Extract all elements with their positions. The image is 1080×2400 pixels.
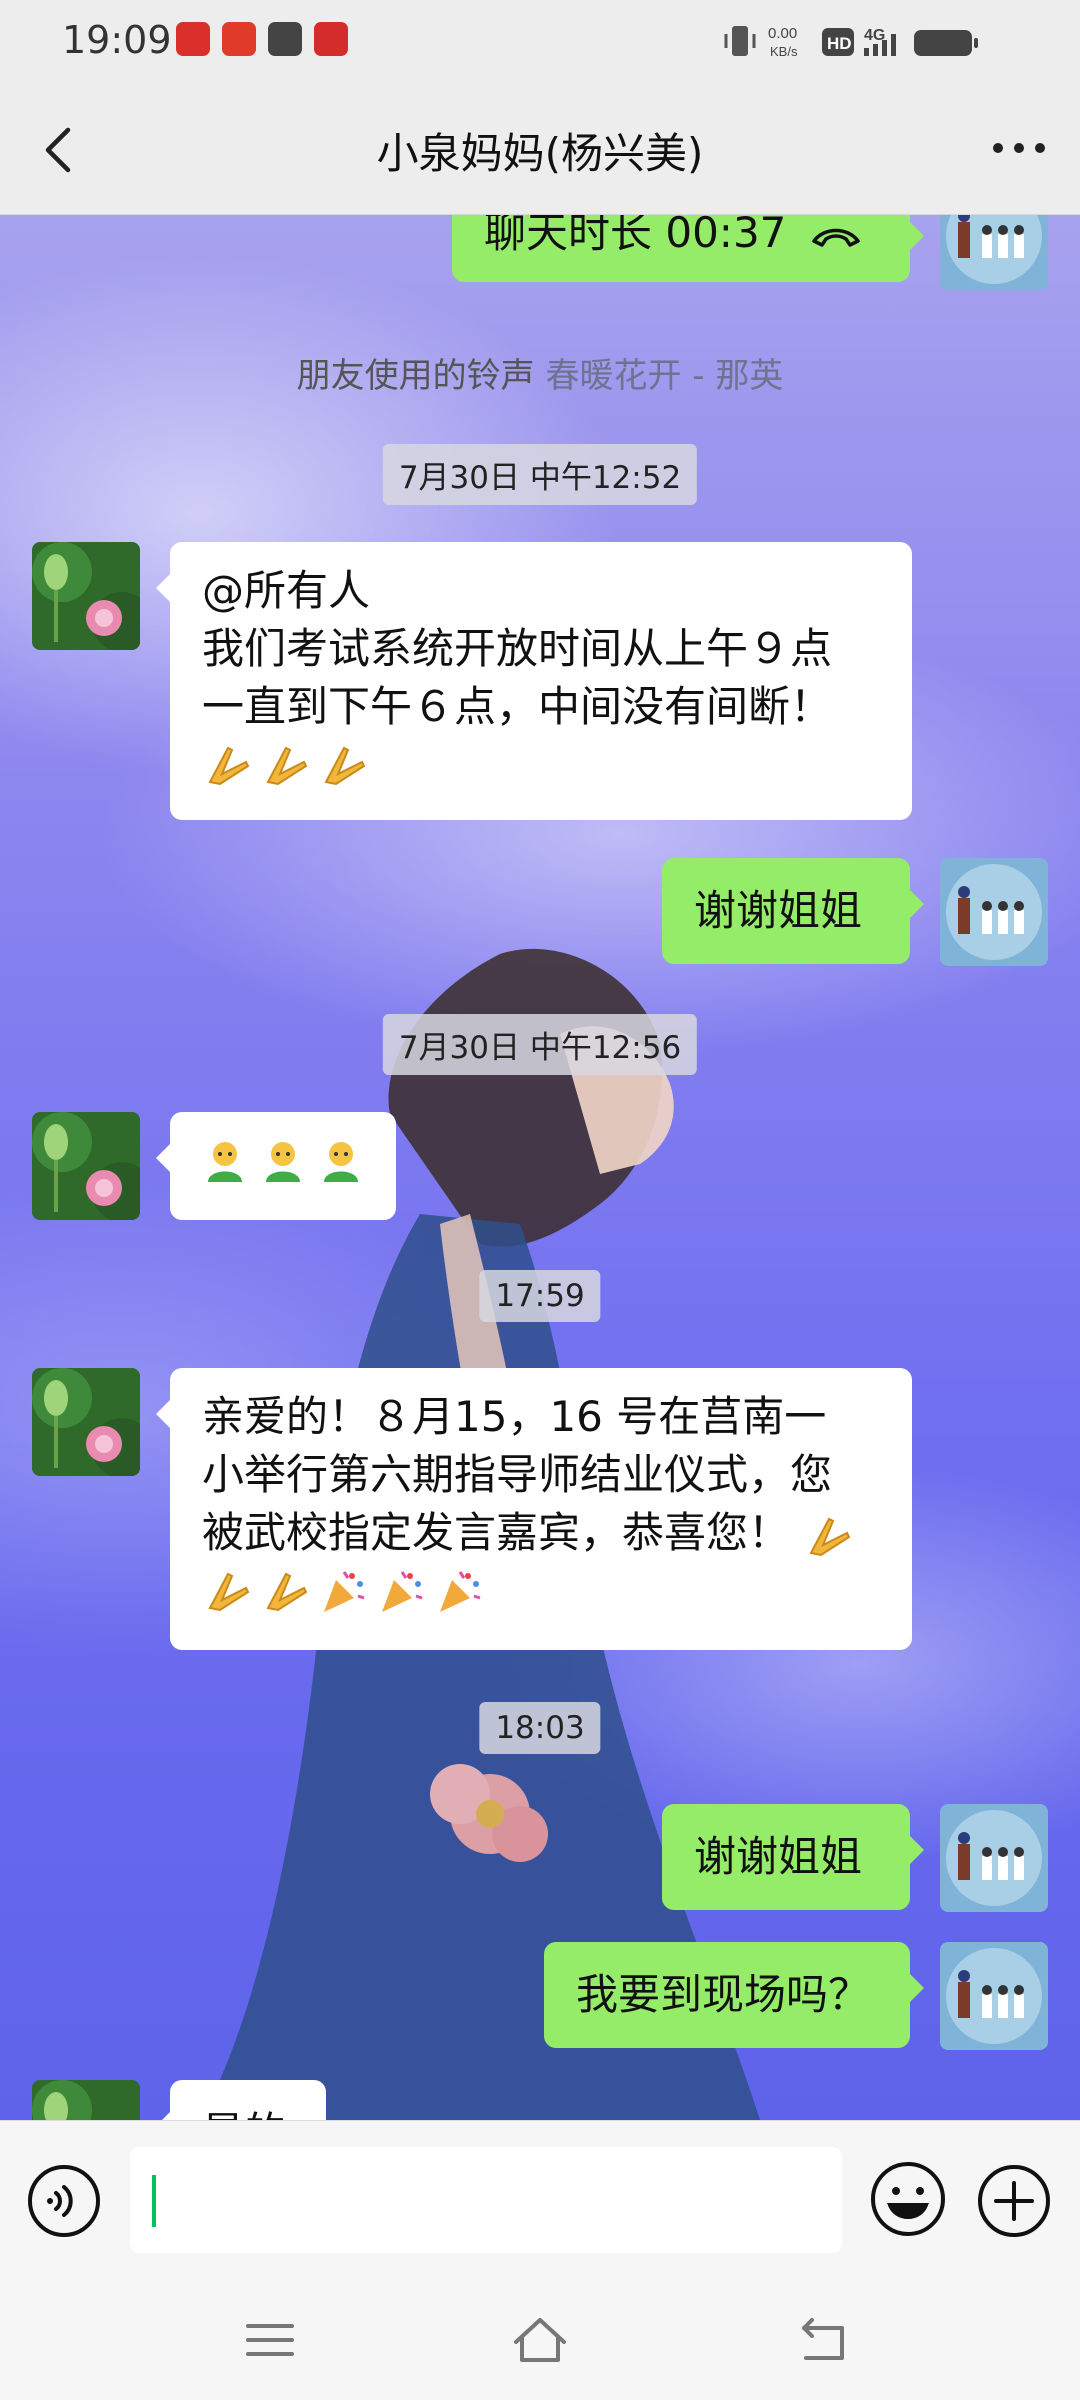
message-text: 被武校指定发言嘉宾，恭喜您！ [202,1504,880,1562]
status-time: 19:09 [62,18,172,62]
message-text: 是的 [202,2108,286,2120]
contact-avatar[interactable] [32,1368,140,1476]
message-text: 谢谢姐姐 [694,1832,863,1881]
self-avatar[interactable] [940,858,1048,966]
voice-button[interactable] [26,2163,102,2239]
message-text: 我要到现场吗？ [576,1970,871,2019]
emoji-row [202,1566,880,1616]
text-cursor [152,2175,156,2227]
back-nav-button[interactable] [792,2308,856,2372]
folded-hands-emoji [208,746,250,786]
message-text: 小举行第六期指导师结业仪式，您 [202,1450,833,1499]
message-bubble-incoming[interactable] [156,1112,396,1220]
folded-hands-emoji [266,1572,308,1612]
green-figure-emoji [266,1142,300,1182]
phone-hangup-icon [812,228,860,247]
ringtone-note: 朋友使用的铃声 春暖花开 - 那英 [0,348,1080,397]
timestamp: 18:03 [479,1702,601,1754]
green-figure-emoji [324,1142,358,1182]
menu-icon [246,2324,294,2356]
net-speed-value: 0.00 [768,25,797,42]
emoji-row [200,1138,366,1188]
contact-avatar[interactable] [32,542,140,650]
party-popper-emoji [382,1571,423,1612]
message-bubble-outgoing[interactable]: 我要到现场吗？ [544,1942,924,2048]
call-duration-text: 聊天时长 00:37 [484,214,787,257]
folded-hands-emoji [809,1517,851,1556]
notification-icon [268,22,302,56]
more-button[interactable] [984,116,1054,180]
net-speed-unit: KB/s [770,44,798,59]
message-bubble-incoming[interactable]: @所有人 我们考试系统开放时间从上午９点 一直到下午６点，中间没有间断！ [156,542,912,820]
contact-avatar[interactable] [32,2080,140,2120]
vibrate-icon [724,26,756,56]
green-figure-emoji [208,1142,242,1182]
chat-message-list[interactable]: 聊天时长 00:37 朋友使用的铃声 春暖花开 - 那英 7月30日 中午12:… [0,214,1080,2120]
ringtone-prefix: 朋友使用的铃声 [296,356,535,396]
party-popper-emoji [440,1571,481,1612]
notification-icon [176,22,210,56]
system-nav-bar [0,2280,1080,2400]
call-record-bubble[interactable]: 聊天时长 00:37 [452,214,924,282]
contact-avatar[interactable] [32,1112,140,1220]
menu-nav-button[interactable] [238,2308,302,2372]
notification-icon [314,22,348,56]
timestamp: 7月30日 中午12:56 [382,1014,698,1075]
chat-title: 小泉妈妈(杨兴美) [376,129,704,178]
home-icon [514,2318,566,2362]
message-text: @所有人 [202,566,371,615]
plus-icon [978,2165,1050,2237]
message-text: 亲爱的！８月15，16 号在莒南一 [202,1392,827,1441]
message-text: 我们考试系统开放时间从上午９点 [202,624,833,673]
message-text-line: 被武校指定发言嘉宾，恭喜您！ [202,1508,791,1557]
message-bubble-outgoing[interactable]: 谢谢姐姐 [662,858,924,964]
status-bar: 19:09 0.00 KB/s HD 4G [0,0,1080,86]
more-dots-icon [993,143,1045,153]
status-icons: 0.00 KB/s HD 4G [724,25,978,59]
notification-icon [222,22,256,56]
smiley-icon [871,2162,945,2236]
ringtone-song-link[interactable]: 春暖花开 - 那英 [545,356,783,396]
folded-hands-emoji [208,1572,250,1612]
chat-header: 小泉妈妈(杨兴美) [0,86,1080,215]
message-input[interactable] [130,2147,842,2253]
message-bubble-incoming[interactable]: 亲爱的！８月15，16 号在莒南一 小举行第六期指导师结业仪式，您 被武校指定发… [156,1368,912,1650]
message-text: 谢谢姐姐 [694,886,863,935]
home-nav-button[interactable] [508,2308,572,2372]
folded-hands-emoji [266,746,308,786]
back-nav-icon [802,2318,844,2360]
hd-badge: HD [827,34,852,53]
chat-input-bar [0,2120,1080,2281]
voice-icon [28,2165,100,2237]
message-text: 一直到下午６点，中间没有间断！ [202,682,833,731]
emoji-button[interactable] [868,2159,948,2239]
emoji-row [202,740,880,790]
timestamp: 17:59 [479,1270,601,1322]
self-avatar[interactable] [940,1804,1048,1912]
message-bubble-incoming[interactable]: 是的 [156,2080,326,2120]
more-functions-button[interactable] [976,2163,1052,2239]
folded-hands-emoji [324,746,366,786]
message-bubble-outgoing[interactable]: 谢谢姐姐 [662,1804,924,1910]
self-avatar[interactable] [940,1942,1048,2050]
party-popper-emoji [324,1571,365,1612]
battery-icon [914,30,978,56]
self-avatar[interactable] [940,214,1048,290]
timestamp: 7月30日 中午12:52 [382,444,698,505]
